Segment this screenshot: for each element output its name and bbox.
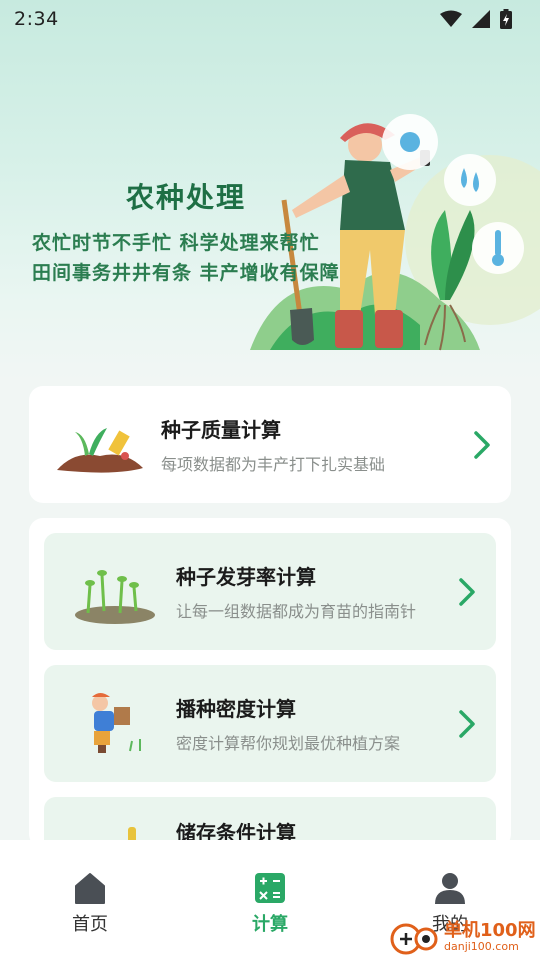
card-subtitle: 密度计算帮你规划最优种植方案 — [176, 734, 401, 753]
tab-home-label: 首页 — [72, 914, 108, 935]
germination-rate-card[interactable]: 种子发芽率计算 让每一组数据都成为育苗的指南针 — [44, 533, 496, 650]
chevron-right-icon — [459, 577, 475, 606]
hero-slogan-1: 农忙时节不手忙 科学处理来帮忙 — [32, 232, 320, 254]
hero-banner — [0, 0, 540, 380]
user-icon — [435, 873, 465, 904]
watermark-logo-icon — [390, 923, 438, 955]
card-title: 种子发芽率计算 — [176, 565, 316, 589]
signal-icon — [472, 10, 490, 28]
sowing-density-card[interactable]: 播种密度计算 密度计算帮你规划最优种植方案 — [44, 665, 496, 782]
wifi-icon — [440, 10, 462, 27]
card-subtitle: 每项数据都为丰产打下扎实基础 — [161, 455, 386, 474]
tab-calculate[interactable]: 计算 — [210, 870, 330, 936]
calculator-list-panel: 种子发芽率计算 让每一组数据都成为育苗的指南针 播种密度计算 密度计算帮你规划最… — [29, 518, 511, 848]
card-title: 播种密度计算 — [176, 697, 296, 721]
status-time: 2:34 — [14, 8, 59, 30]
watermark-url: danji100.com — [444, 939, 519, 953]
farmer-sowing-icon — [92, 692, 141, 753]
status-bar: 2:34 — [0, 0, 540, 38]
chevron-right-icon — [459, 709, 475, 738]
seed-quality-card[interactable]: 种子质量计算 每项数据都为丰产打下扎实基础 — [29, 386, 511, 503]
home-icon — [75, 873, 105, 904]
card-title: 种子质量计算 — [161, 418, 281, 442]
hero-slogan-2: 田间事务井井有条 丰产增收有保障 — [32, 262, 340, 284]
watermark-title: 单机100网 — [444, 919, 536, 941]
soil-seedling-icon — [57, 427, 143, 473]
hero-title: 农种处理 — [126, 181, 247, 214]
sprouts-icon — [75, 569, 155, 624]
tab-home[interactable]: 首页 — [30, 870, 150, 936]
battery-icon — [500, 9, 512, 29]
site-watermark: 单机100网 danji100.com — [390, 914, 540, 960]
tab-calculate-label: 计算 — [252, 914, 288, 935]
calculator-icon — [255, 873, 285, 903]
chevron-right-icon — [474, 430, 490, 459]
card-subtitle: 让每一组数据都成为育苗的指南针 — [176, 602, 417, 621]
